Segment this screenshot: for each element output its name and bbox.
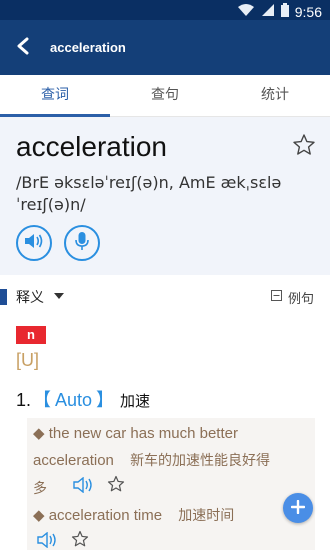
example-1-line-2: acceleration 新车的加速性能良好得 [33,447,270,475]
example-2-chinese: 加速时间 [178,508,235,524]
headword: acceleration [16,131,167,162]
example-1-speaker-icon[interactable] [73,475,95,503]
domain-bracket-open: 【 [33,390,52,410]
domain-label: Auto [55,390,93,410]
app-bar: acceleration [0,20,330,75]
tab-statistics[interactable]: 统计 [220,75,330,116]
example-1-star-icon[interactable] [107,475,125,503]
sense-line: 1. 【 Auto 】 加速 [16,386,150,412]
tab-lookup-sentence[interactable]: 查句 [110,75,220,116]
example-1-english-cont: acceleration [33,452,114,469]
example-2-speaker-icon[interactable] [37,530,59,558]
word-header-panel: acceleration /BrE əksɛləˈreɪʃ(ə)n, AmE æ… [0,117,330,275]
status-bar: 9:56 [0,0,330,20]
domain-bracket-close: 】 [96,390,115,410]
caret-down-icon[interactable] [54,293,64,299]
back-button[interactable] [0,20,46,75]
signal-icon [261,2,275,21]
app-bar-title: acceleration [50,40,126,55]
part-of-speech-badge: n [16,326,46,344]
add-button[interactable] [283,493,313,523]
definition-dropdown[interactable]: 释义 [16,287,44,307]
example-2-star-icon[interactable] [71,530,89,558]
sense-number: 1. [16,390,32,410]
plus-icon [290,499,306,518]
section-marker [0,289,7,305]
wifi-icon [237,2,255,21]
tab-lookup-word[interactable]: 查词 [0,75,110,116]
examples-box: ◆ the new car has much better accelerati… [27,418,315,550]
example-2-english: ◆ acceleration time [33,507,163,524]
example-1-line-3: 多 [33,475,125,503]
example-1-chinese-cont: 多 [33,481,47,497]
example-1-english: ◆ the new car has much better [33,425,238,442]
pronounce-button[interactable] [16,225,52,261]
example-1-line-1: ◆ the new car has much better [33,420,238,448]
status-icons: 9:56 [237,2,322,21]
grammar-label: [U] [16,350,40,370]
battery-icon [280,2,289,21]
examples-label: 例句 [287,292,314,307]
sense-meaning: 加速 [120,392,151,410]
phonetic-transcription: /BrE əksɛləˈreɪʃ(ə)n, AmE ækˌsɛləˈreɪʃ(ə… [16,173,282,214]
square-minus-icon [270,290,282,305]
definition-section-header: 释义 例句 [0,280,330,312]
favorite-star-icon[interactable] [292,133,316,161]
microphone-icon [74,231,90,255]
status-time: 9:56 [294,3,322,20]
example-2-line-1: ◆ acceleration time 加速时间 [33,502,234,530]
examples-toggle[interactable]: 例句 [270,288,314,307]
voice-input-button[interactable] [64,225,100,261]
example-1-chinese: 新车的加速性能良好得 [130,453,271,469]
example-2-line-2 [33,530,89,558]
speaker-icon [24,232,44,254]
back-arrow-icon [16,37,30,59]
tab-bar: 查词 查句 统计 [0,75,330,117]
